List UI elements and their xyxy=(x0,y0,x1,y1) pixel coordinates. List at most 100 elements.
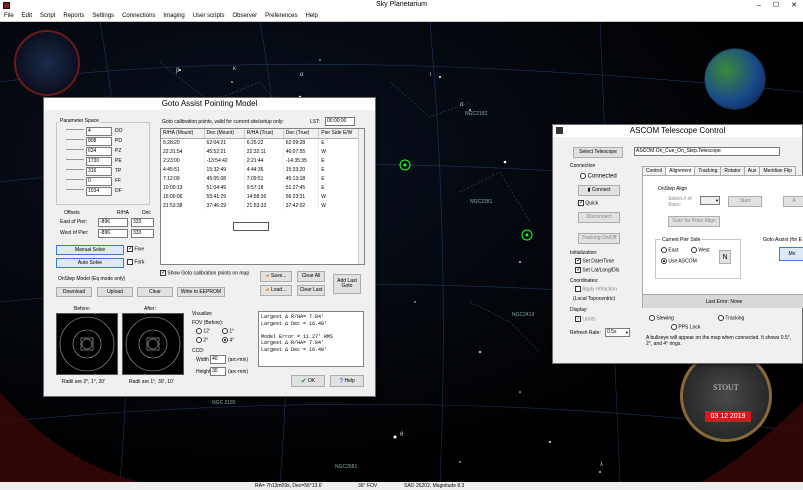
connect-button[interactable]: ▮ Connect xyxy=(578,185,620,196)
param-input[interactable]: 4 xyxy=(86,127,112,136)
param-slider[interactable] xyxy=(66,149,84,153)
set-datetime-checkbox[interactable]: Set Date/Time xyxy=(575,257,614,264)
goto-polar-align-button[interactable]: Goto for Polar Align xyxy=(668,216,720,227)
param-input[interactable]: 316 xyxy=(86,167,112,176)
clear-model-button[interactable]: Clear xyxy=(137,287,173,297)
menu-script[interactable]: Script xyxy=(36,11,59,22)
help-button[interactable]: ? Help xyxy=(330,375,364,387)
start-button[interactable]: Start xyxy=(728,196,762,207)
menu-help[interactable]: Help xyxy=(302,11,322,22)
fov-1deg-radio[interactable]: 1° xyxy=(222,328,234,334)
west-dec-input[interactable]: 333 xyxy=(131,229,154,238)
table-row[interactable]: 10:00:13 51:04:49 9:57:18 51:27:45 E xyxy=(161,183,364,192)
menu-file[interactable]: File xyxy=(0,11,18,22)
table-scrollbar[interactable] xyxy=(358,129,364,264)
pier-east-radio[interactable]: East xyxy=(661,247,678,253)
load-button[interactable]: ▰ Load... xyxy=(260,285,292,296)
tab-control[interactable]: Control xyxy=(642,166,667,175)
lst-input[interactable]: 00:00:00 xyxy=(325,117,355,126)
param-input[interactable]: 808 xyxy=(86,137,112,146)
disconnect-button[interactable]: Disconnect xyxy=(578,212,620,223)
apply-refraction-checkbox[interactable]: Apply refraction xyxy=(575,286,617,292)
param-input[interactable]: 634 xyxy=(86,147,112,156)
minimize-icon[interactable]: – xyxy=(750,0,768,11)
manual-solve-button[interactable]: Manual Solve xyxy=(56,245,124,255)
param-input[interactable]: 1730 xyxy=(86,157,112,166)
refresh-rate-select[interactable]: 0.5s ▼ xyxy=(605,328,630,337)
upload-button[interactable]: Upload xyxy=(97,287,133,297)
table-row[interactable]: 6:28:20 62:04:21 6:25:22 62:09:28 E xyxy=(161,138,364,147)
column-header[interactable]: Dec (Mount) xyxy=(204,129,245,139)
tracking-onoff-button[interactable]: Tracking On/Off xyxy=(578,233,620,244)
write-eeprom-button[interactable]: Write to EEPROM xyxy=(177,287,225,297)
param-slider[interactable] xyxy=(66,179,84,183)
param-input[interactable]: 0 xyxy=(86,177,112,186)
earth-globe-icon[interactable] xyxy=(704,48,766,110)
fov-12arcmin-radio[interactable]: 12' xyxy=(196,328,210,334)
table-row[interactable]: 15:00:06 55:41:29 14:58:36 56:23:31 W xyxy=(161,192,364,201)
menu-user-scripts[interactable]: User scripts xyxy=(189,11,229,22)
table-row[interactable]: 22:31:54 45:52:21 22:32:11 46:07:55 W xyxy=(161,147,364,156)
tab-aux[interactable]: Aux xyxy=(743,166,761,175)
ok-button[interactable]: ✔ OK xyxy=(291,375,325,387)
table-row[interactable]: 4:45:51 15:32:49 4:44:36 15:33:20 E xyxy=(161,165,364,174)
fine-checkbox[interactable]: Fine xyxy=(127,245,144,252)
download-button[interactable]: Download xyxy=(56,287,92,297)
save-button[interactable]: ▰ Save... xyxy=(260,271,292,282)
table-edit-cell[interactable] xyxy=(233,222,269,231)
fov-2deg-radio[interactable]: 2° xyxy=(196,337,208,343)
menu-imaging[interactable]: Imaging xyxy=(159,11,188,22)
column-header[interactable]: R/HA (Mount) xyxy=(161,129,205,139)
pier-west-radio[interactable]: West xyxy=(691,247,710,253)
table-row[interactable]: 2:23:00 -13:54:42 2:21:44 -14:35:35 E xyxy=(161,156,364,165)
west-ra-input[interactable]: -896 xyxy=(98,229,128,238)
clear-all-button[interactable]: Clear All xyxy=(297,271,325,282)
mini-sky-map[interactable] xyxy=(14,30,80,96)
east-ra-input[interactable]: -896 xyxy=(98,218,128,227)
menu-connections[interactable]: Connections xyxy=(118,11,159,22)
param-slider[interactable] xyxy=(66,189,84,193)
ccd-height-input[interactable]: 30 xyxy=(210,367,226,376)
goto-assist-button[interactable]: Mo xyxy=(779,247,803,261)
driver-field[interactable]: ASCOM.On_Cue_On_Step.Telescope xyxy=(634,147,780,156)
tab-meridian-flip[interactable]: Meridian Flip xyxy=(759,166,797,175)
column-header[interactable]: Dec (True) xyxy=(283,129,320,139)
calibration-points-table[interactable]: R/HA (Mount) Dec (Mount) R/HA (True) Dec (T… xyxy=(160,128,365,265)
menu-edit[interactable]: Edit xyxy=(18,11,36,22)
column-header[interactable]: R/HA (True) xyxy=(244,129,284,139)
set-latlong-checkbox[interactable]: Set Lat/Long/Dls xyxy=(575,266,619,273)
param-slider[interactable] xyxy=(66,159,84,163)
param-input[interactable]: 1034 xyxy=(86,187,112,196)
param-slider[interactable] xyxy=(66,169,84,173)
connected-radio[interactable]: Connected xyxy=(580,173,617,180)
menu-reports[interactable]: Reports xyxy=(59,11,88,22)
column-header[interactable]: Pier Side E/W xyxy=(318,129,364,139)
maximize-icon[interactable]: ☐ xyxy=(767,0,785,11)
param-slider[interactable] xyxy=(66,129,84,133)
menu-settings[interactable]: Settings xyxy=(88,11,118,22)
use-ascom-radio[interactable]: Use ASCOM xyxy=(661,258,697,264)
stars-select[interactable]: ▼ xyxy=(700,196,720,205)
fov-4deg-radio[interactable]: 4° xyxy=(222,337,234,343)
show-points-checkbox[interactable]: Show Goto calibration points on map xyxy=(160,269,249,276)
select-telescope-button[interactable]: Select Telescope xyxy=(573,147,623,158)
align-a-button[interactable]: A xyxy=(783,196,803,207)
tab-rotator[interactable]: Rotator xyxy=(720,166,745,175)
east-dec-input[interactable]: 333 xyxy=(131,218,154,227)
menu-preferences[interactable]: Preferences xyxy=(261,11,301,22)
close-icon[interactable]: ✕ xyxy=(785,0,803,11)
menu-observer[interactable]: Observer xyxy=(228,11,261,22)
tab-alignment[interactable]: Alignment xyxy=(665,166,696,175)
fork-checkbox[interactable]: Fork xyxy=(127,259,144,265)
add-last-goto-button[interactable]: Add Last Goto xyxy=(333,274,361,294)
clear-last-button[interactable]: Clear Last xyxy=(297,285,325,296)
table-row[interactable]: 21:53:38 37:46:29 21:53:33 37:42:02 W xyxy=(161,201,364,210)
after-rings xyxy=(125,316,181,372)
param-slider[interactable] xyxy=(66,139,84,143)
ccd-width-input[interactable]: 40 xyxy=(210,355,226,364)
limits-checkbox[interactable]: Limits xyxy=(575,315,595,322)
tab-tracking[interactable]: Tracking xyxy=(694,166,722,175)
quick-checkbox[interactable]: Quick xyxy=(578,199,598,206)
auto-solve-button[interactable]: Auto Solve xyxy=(56,258,124,268)
table-row[interactable]: 7:12:09 45:05:08 7:09:51 45:13:18 E xyxy=(161,174,364,183)
